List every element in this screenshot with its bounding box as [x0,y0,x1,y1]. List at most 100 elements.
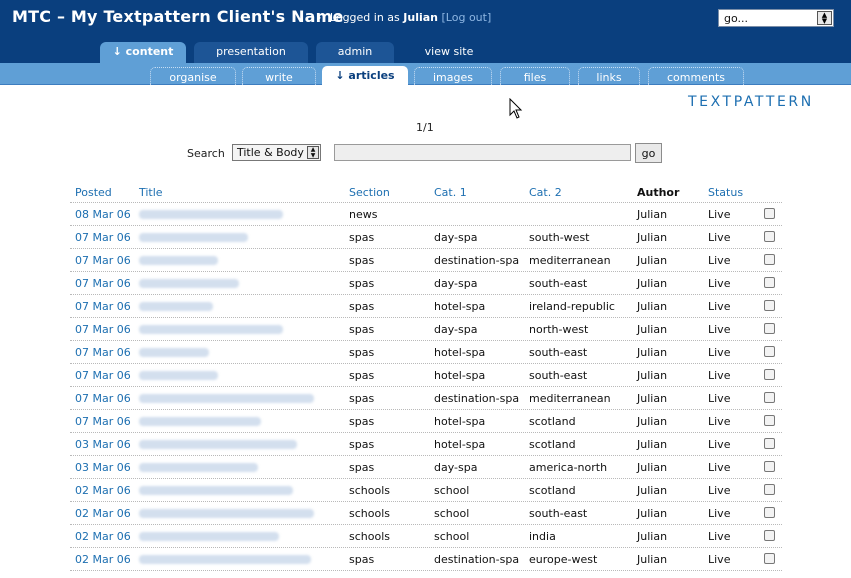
row-checkbox[interactable] [764,346,775,357]
search-go-button[interactable]: go [635,143,662,163]
table-row[interactable]: 07 Mar 06 spas day-spa south-east Julian Live [70,272,782,295]
title-link-blurred[interactable] [139,208,283,222]
posted-date[interactable]: 07 Mar 06 [75,231,131,244]
title-link-blurred[interactable] [139,323,283,337]
posted-date[interactable]: 02 Mar 06 [75,553,131,566]
search-method-select[interactable]: Title & Body ▲ ▼ [232,144,321,161]
posted-date[interactable]: 03 Mar 06 [75,461,131,474]
subtab-links[interactable]: links [578,67,640,85]
title-link-blurred[interactable] [139,392,314,406]
table-row[interactable]: 07 Mar 06 spas day-spa south-west Julian Live [70,226,782,249]
posted-date[interactable]: 07 Mar 06 [75,415,131,428]
tab-content[interactable]: ↓ content [100,42,186,63]
search-input[interactable] [334,144,631,161]
subtab-files[interactable]: files [500,67,570,85]
table-row[interactable]: 07 Mar 06 spas hotel-spa south-east Julian Li… [70,341,782,364]
col-section[interactable]: Section [349,186,390,199]
row-checkbox[interactable] [764,369,775,380]
table-row[interactable]: 07 Mar 06 spas hotel-spa south-east Julian Li… [70,364,782,387]
col-title[interactable]: Title [139,186,163,199]
title-link-blurred[interactable] [139,530,279,544]
posted-date[interactable]: 07 Mar 06 [75,300,131,313]
col-status[interactable]: Status [708,186,743,199]
tab-view-site[interactable]: view site [404,42,494,63]
posted-date[interactable]: 08 Mar 06 [75,208,131,221]
posted-date[interactable]: 02 Mar 06 [75,484,131,497]
row-checkbox[interactable] [764,254,775,265]
blurred-title [139,325,283,334]
title-link-blurred[interactable] [139,254,218,268]
row-checkbox[interactable] [764,415,775,426]
title-link-blurred[interactable] [139,461,258,475]
table-row[interactable]: 03 Mar 06 spas hotel-spa scotland Julian Live [70,433,782,456]
table-row[interactable]: 03 Mar 06 spas day-spa america-north Julian L… [70,456,782,479]
category1-cell: hotel-spa [434,369,486,382]
row-checkbox[interactable] [764,530,775,541]
page: MTC – My Textpattern Client's Name › Log… [0,0,851,578]
row-checkbox[interactable] [764,392,775,403]
title-link-blurred[interactable] [139,415,261,429]
title-link-blurred[interactable] [139,369,218,383]
posted-date[interactable]: 07 Mar 06 [75,254,131,267]
row-checkbox[interactable] [764,277,775,288]
title-link-blurred[interactable] [139,553,311,567]
posted-date[interactable]: 02 Mar 06 [75,507,131,520]
posted-date[interactable]: 07 Mar 06 [75,369,131,382]
textpattern-logo[interactable]: TEXTPATTERN [688,94,814,110]
blurred-title [139,348,209,357]
row-checkbox[interactable] [764,231,775,242]
table-row[interactable]: 07 Mar 06 spas destination-spa mediterranea… [70,387,782,410]
posted-date[interactable]: 07 Mar 06 [75,277,131,290]
row-checkbox[interactable] [764,438,775,449]
category1-cell: day-spa [434,461,478,474]
row-checkbox[interactable] [764,461,775,472]
subtab-images[interactable]: images [414,67,492,85]
title-link-blurred[interactable] [139,277,239,291]
col-cat2[interactable]: Cat. 2 [529,186,562,199]
table-row[interactable]: 02 Mar 06 schools school south-east Julian Li… [70,502,782,525]
row-checkbox[interactable] [764,300,775,311]
posted-date[interactable]: 07 Mar 06 [75,392,131,405]
table-row[interactable]: 07 Mar 06 spas hotel-spa scotland Julian Live [70,410,782,433]
title-link-blurred[interactable] [139,484,293,498]
tab-admin[interactable]: admin [316,42,394,63]
posted-date[interactable]: 07 Mar 06 [75,323,131,336]
subtab-articles[interactable]: ↓ articles [322,66,408,86]
row-checkbox[interactable] [764,484,775,495]
table-row[interactable]: 02 Mar 06 schools school scotland Julian Live [70,479,782,502]
blurred-title [139,417,261,426]
posted-date[interactable]: 03 Mar 06 [75,438,131,451]
subtab-write[interactable]: write [242,67,316,85]
row-checkbox[interactable] [764,553,775,564]
category1-cell: school [434,507,470,520]
blurred-title [139,532,279,541]
row-checkbox[interactable] [764,323,775,334]
row-checkbox[interactable] [764,507,775,518]
table-row[interactable]: 02 Mar 06 spas destination-spa europe-west J… [70,548,782,571]
title-link-blurred[interactable] [139,438,297,452]
jump-select[interactable]: go... ▲ ▼ [718,9,834,27]
title-link-blurred[interactable] [139,346,209,360]
down-arrow-icon: ↓ [112,45,126,58]
title-link-blurred[interactable] [139,300,213,314]
posted-date[interactable]: 07 Mar 06 [75,346,131,359]
col-author[interactable]: Author [637,186,679,199]
section-cell: spas [349,392,375,405]
blurred-title [139,463,258,472]
table-row[interactable]: 07 Mar 06 spas hotel-spa ireland-republic Ju… [70,295,782,318]
posted-date[interactable]: 02 Mar 06 [75,530,131,543]
title-link-blurred[interactable] [139,231,248,245]
subtab-organise[interactable]: organise [150,67,236,85]
title-link-blurred[interactable] [139,507,314,521]
tab-presentation[interactable]: presentation [194,42,308,63]
subtab-comments[interactable]: comments [648,67,744,85]
logout-link[interactable]: Log out [446,11,487,24]
table-row[interactable]: 07 Mar 06 spas destination-spa mediterranea… [70,249,782,272]
col-posted[interactable]: Posted [75,186,112,199]
col-cat1[interactable]: Cat. 1 [434,186,467,199]
table-row[interactable]: 07 Mar 06 spas day-spa north-west Julian Live [70,318,782,341]
table-row[interactable]: 02 Mar 06 schools school india Julian Live [70,525,782,548]
category2-cell: mediterranean [529,392,611,405]
table-row[interactable]: 08 Mar 06 news Julian Live [70,203,782,226]
row-checkbox[interactable] [764,208,775,219]
